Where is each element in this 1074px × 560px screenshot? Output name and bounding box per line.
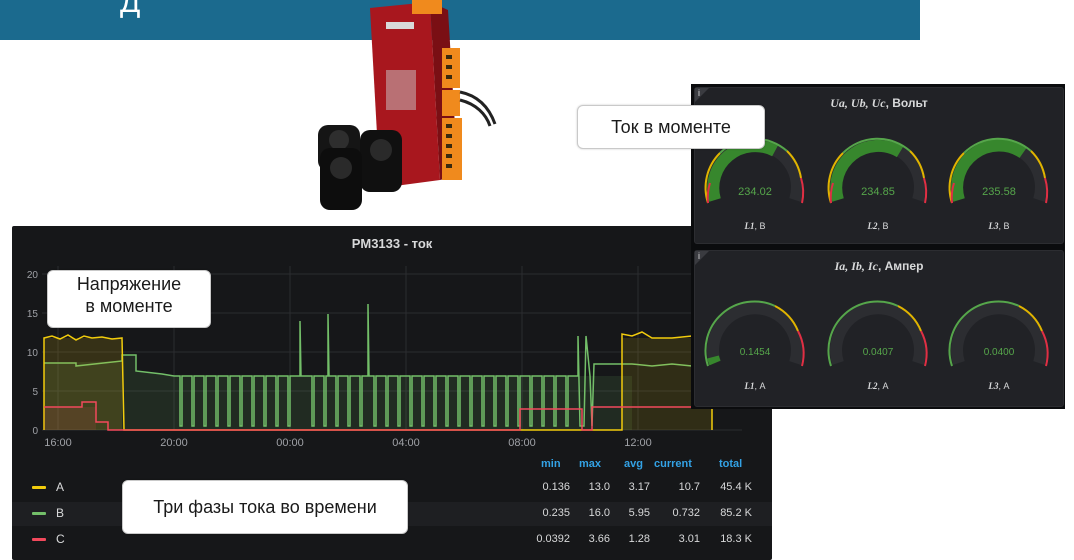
x-tick-label: 20:00 xyxy=(160,437,188,449)
series-c-swatch[interactable] xyxy=(32,538,46,541)
callout-current-now: Ток в моменте xyxy=(577,105,765,149)
legend-header-avg[interactable]: avg xyxy=(624,458,643,470)
callout-line: в моменте xyxy=(85,296,173,316)
series-name[interactable]: B xyxy=(56,506,64,520)
gauge-label-l3: L3, А xyxy=(959,381,1039,391)
series-a-swatch[interactable] xyxy=(32,486,46,489)
gauge-value: 234.85 xyxy=(861,186,895,198)
series-name[interactable]: A xyxy=(56,480,64,494)
x-tick-label: 04:00 xyxy=(392,437,420,449)
stat-avg: 5.95 xyxy=(628,507,650,519)
gauge-value: 235.58 xyxy=(982,186,1016,198)
stat-min: 0.0392 xyxy=(536,533,570,545)
label-unit: , А xyxy=(998,381,1010,391)
stat-total: 45.4 K xyxy=(720,481,752,493)
callout-voltage-now: Напряжение в моменте xyxy=(47,270,211,328)
series-b-swatch[interactable] xyxy=(32,512,46,515)
label-unit: , В xyxy=(754,221,766,231)
gauge-value: 0.0400 xyxy=(984,347,1015,358)
stat-max: 3.66 xyxy=(588,533,610,545)
gauge-value: 234.02 xyxy=(738,186,772,198)
stat-max: 16.0 xyxy=(588,507,610,519)
label-unit: , А xyxy=(877,381,889,391)
stat-avg: 1.28 xyxy=(628,533,650,545)
stat-total: 18.3 K xyxy=(720,533,752,545)
y-tick-label: 20 xyxy=(27,270,39,281)
y-tick-label: 5 xyxy=(32,387,38,398)
x-tick-label: 16:00 xyxy=(44,437,72,449)
callout-three-phases: Три фазы тока во времени xyxy=(122,480,408,534)
gauge-label-l3: L3, В xyxy=(959,221,1039,231)
label-var: L3 xyxy=(988,381,999,391)
stat-total: 85.2 K xyxy=(720,507,752,519)
callout-line: Напряжение xyxy=(76,274,182,294)
banner-title: Д xyxy=(120,0,142,19)
gauge-label-l2: L2, А xyxy=(838,381,918,391)
series-c-area xyxy=(44,407,96,430)
label-unit: , А xyxy=(754,381,766,391)
gauge-label-l1: L1, А xyxy=(715,381,795,391)
label-var: L2 xyxy=(867,381,878,391)
label-unit: , В xyxy=(877,221,889,231)
x-tick-label: 00:00 xyxy=(276,437,304,449)
label-unit: , В xyxy=(998,221,1010,231)
stat-current: 0.732 xyxy=(672,507,700,519)
stat-current: 3.01 xyxy=(678,533,700,545)
label-var: L1 xyxy=(744,221,755,231)
y-tick-label: 15 xyxy=(27,309,39,320)
legend-header-min[interactable]: min xyxy=(541,458,561,470)
x-tick-label: 12:00 xyxy=(624,437,652,449)
stat-avg: 3.17 xyxy=(628,481,650,493)
pm3133-device-image xyxy=(318,0,497,210)
current-gauge-panel[interactable]: i Ia, Ib, Ic, Ампер 0.1454 0.0407 0.0400… xyxy=(694,250,1064,407)
gauge-value: 0.0407 xyxy=(863,347,894,358)
x-tick-label: 08:00 xyxy=(508,437,536,449)
label-var: L2 xyxy=(867,221,878,231)
legend-header-current[interactable]: current xyxy=(654,458,692,470)
stat-min: 0.235 xyxy=(542,507,570,519)
series-name[interactable]: C xyxy=(56,532,65,546)
stat-min: 0.136 xyxy=(542,481,570,493)
stat-current: 10.7 xyxy=(678,481,700,493)
legend-header-total[interactable]: total xyxy=(719,458,742,470)
gauge-value: 0.1454 xyxy=(740,347,771,358)
legend-header-max[interactable]: max xyxy=(579,458,601,470)
y-tick-label: 10 xyxy=(27,348,39,359)
gauge-label-l2: L2, В xyxy=(838,221,918,231)
label-var: L3 xyxy=(988,221,999,231)
label-var: L1 xyxy=(744,381,755,391)
y-tick-label: 0 xyxy=(32,426,38,437)
graph-title: PM3133 - ток xyxy=(351,236,433,251)
gauge-label-l1: L1, В xyxy=(715,221,795,231)
stat-max: 13.0 xyxy=(588,481,610,493)
